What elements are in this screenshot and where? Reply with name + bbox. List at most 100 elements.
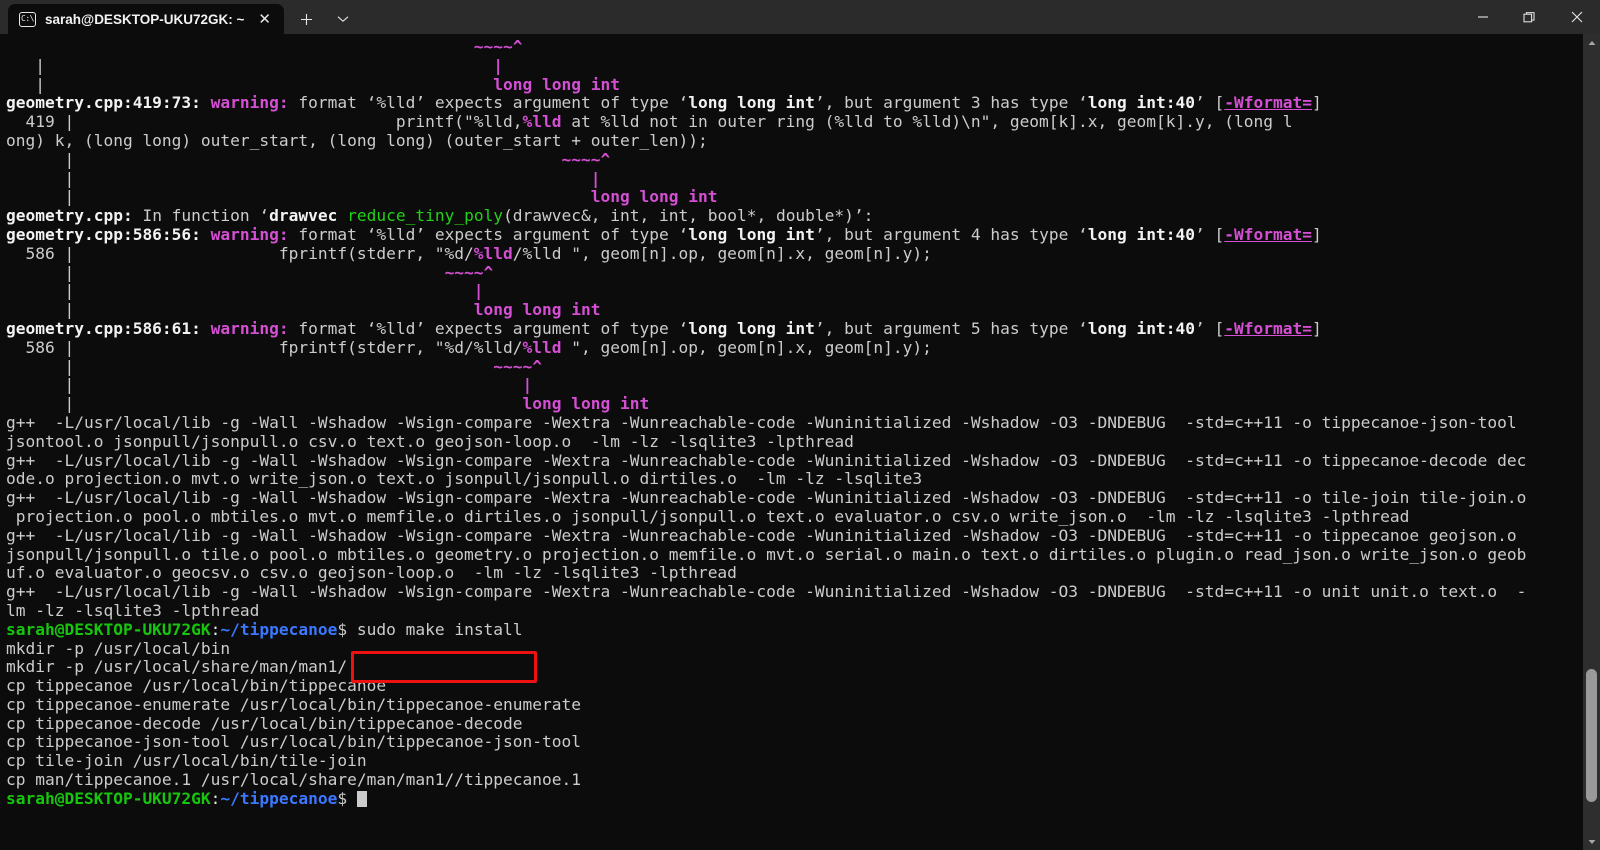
terminal-line: cp tippecanoe-json-tool /usr/local/bin/t…: [6, 733, 1556, 752]
terminal-text: |: [6, 168, 591, 188]
scrollbar-track[interactable]: [1583, 51, 1600, 833]
terminal-text: sarah@DESKTOP-UKU72GK: [6, 619, 211, 639]
terminal-text: 586 | fprintf(stderr, "%d/: [6, 243, 474, 263]
terminal-line: cp tippecanoe-decode /usr/local/bin/tipp…: [6, 714, 1556, 734]
terminal-line: lm -lz -lsqlite3 -lpthread: [6, 601, 1556, 621]
terminal-text: format ‘%lld’ expects argument of type ‘: [288, 224, 689, 244]
terminal-window: ~~~~^ | | | long long int geometry.cpp:41…: [0, 34, 1600, 850]
terminal-text: :: [210, 788, 221, 808]
terminal-scrollbar[interactable]: [1583, 34, 1600, 850]
terminal-text: projection.o pool.o mbtiles.o mvt.o memf…: [6, 506, 1410, 526]
restore-button[interactable]: [1506, 0, 1553, 34]
terminal-text: -Wformat=: [1224, 93, 1312, 113]
terminal-line: geometry.cpp: In function ‘drawvec reduc…: [6, 206, 1556, 226]
terminal-line: | |: [6, 168, 1556, 189]
terminal-text: g++ -L/usr/local/lib -g -Wall -Wshadow -…: [6, 582, 1527, 602]
terminal-text: (drawvec&, int, int, bool*, double*)’:: [503, 206, 874, 226]
terminal-text: ’, but argument 3 has type ‘: [814, 93, 1088, 113]
terminal-line: | ~~~~^: [6, 149, 1556, 170]
terminal-line: 586 | fprintf(stderr, "%d/%lld/%lld ", g…: [6, 337, 1556, 358]
terminal-text: long long int: [473, 300, 601, 320]
terminal-line: | long long int: [6, 74, 1556, 95]
terminal-text: g++ -L/usr/local/lib -g -Wall -Wshadow -…: [6, 488, 1527, 508]
terminal-line: g++ -L/usr/local/lib -g -Wall -Wshadow -…: [6, 525, 1556, 546]
terminal-text: |: [6, 394, 523, 414]
terminal-output[interactable]: ~~~~^ | | | long long int geometry.cpp:41…: [0, 34, 1556, 850]
tab-dropdown-button[interactable]: [326, 4, 360, 34]
terminal-line: jsonpull/jsonpull.o tile.o pool.o mbtile…: [6, 545, 1556, 565]
terminal-text: %lld: [473, 243, 513, 263]
terminal-tab[interactable]: C:\ sarah@DESKTOP-UKU72GK: ~ ✕: [8, 4, 284, 34]
terminal-text: In function ‘: [132, 206, 270, 226]
terminal-line: geometry.cpp:586:61: warning: format ‘%l…: [6, 318, 1556, 339]
terminal-cursor: [356, 790, 367, 807]
terminal-text: mkdir -p /usr/local/bin: [6, 638, 231, 658]
terminal-text: long long int: [44, 74, 620, 94]
terminal-line: | long long int: [6, 300, 1556, 320]
terminal-line: g++ -L/usr/local/lib -g -Wall -Wshadow -…: [6, 451, 1556, 471]
terminal-line: jsontool.o jsonpull/jsonpull.o csv.o tex…: [6, 431, 1556, 452]
terminal-text: g++ -L/usr/local/lib -g -Wall -Wshadow -…: [6, 412, 1517, 432]
terminal-text: long long int: [688, 93, 815, 113]
terminal-text: ]: [1311, 224, 1322, 244]
terminal-line: geometry.cpp:586:56: warning: format ‘%l…: [6, 224, 1556, 245]
console-icon: C:\: [19, 11, 36, 27]
terminal-line: | long long int: [6, 394, 1556, 414]
terminal-line: geometry.cpp:419:73: warning: format ‘%l…: [6, 93, 1556, 113]
scroll-down-button[interactable]: [1583, 833, 1600, 850]
terminal-line: | ~~~~^: [6, 356, 1556, 377]
new-tab-button[interactable]: [290, 4, 324, 34]
terminal-text: -Wformat=: [1224, 224, 1312, 244]
tab-strip: C:\ sarah@DESKTOP-UKU72GK: ~ ✕: [0, 0, 360, 34]
terminal-text: |: [590, 168, 601, 188]
terminal-line: ong) k, (long long) outer_start, (long l…: [6, 131, 1556, 151]
terminal-line: uf.o evaluator.o geocsv.o csv.o geojson-…: [6, 563, 1556, 583]
terminal-text: |: [6, 74, 45, 94]
minimize-button[interactable]: [1459, 0, 1506, 34]
terminal-text: geometry.cpp:: [6, 206, 133, 226]
terminal-text: uf.o evaluator.o geocsv.o csv.o geojson-…: [6, 563, 737, 583]
terminal-line: ode.o projection.o mvt.o write_json.o te…: [6, 469, 1556, 489]
terminal-text: |: [6, 55, 45, 75]
terminal-text: |: [6, 300, 474, 320]
title-bar: C:\ sarah@DESKTOP-UKU72GK: ~ ✕: [0, 0, 1600, 34]
terminal-text: long long int: [688, 224, 815, 244]
tab-title: sarah@DESKTOP-UKU72GK: ~: [45, 11, 245, 27]
terminal-line: mkdir -p /usr/local/bin: [6, 638, 1556, 659]
terminal-text: ~~~~^: [561, 149, 611, 169]
close-button[interactable]: [1553, 0, 1600, 34]
terminal-line: cp tippecanoe /usr/local/bin/tippecanoe: [6, 676, 1556, 696]
terminal-text: $: [337, 788, 357, 808]
tab-close-icon[interactable]: ✕: [253, 10, 276, 29]
window-controls: [1459, 0, 1600, 34]
terminal-text: long long int: [522, 394, 650, 414]
terminal-text: g++ -L/usr/local/lib -g -Wall -Wshadow -…: [6, 525, 1517, 545]
terminal-text: -Wformat=: [1224, 318, 1312, 338]
terminal-text: ’, but argument 4 has type ‘: [814, 224, 1088, 244]
terminal-text: cp tile-join /usr/local/bin/tile-join: [6, 751, 367, 771]
terminal-text: %lld: [522, 337, 562, 357]
terminal-text: 419 | printf("%lld,: [6, 112, 523, 132]
terminal-text: :: [210, 619, 221, 639]
scrollbar-thumb[interactable]: [1586, 668, 1597, 802]
terminal-line: | |: [6, 375, 1556, 395]
terminal-line: projection.o pool.o mbtiles.o mvt.o memf…: [6, 506, 1556, 527]
terminal-text: sarah@DESKTOP-UKU72GK: [6, 788, 211, 808]
terminal-line: sarah@DESKTOP-UKU72GK:~/tippecanoe$: [6, 788, 1556, 809]
terminal-text: geometry.cpp:586:56:: [6, 224, 201, 244]
scroll-up-button[interactable]: [1583, 34, 1600, 51]
terminal-text: warning:: [210, 318, 289, 338]
terminal-text: geometry.cpp:586:61:: [6, 318, 201, 338]
terminal-text: ~~~~^: [493, 356, 543, 376]
terminal-text: ’ [: [1195, 318, 1225, 338]
terminal-text: |: [6, 281, 474, 301]
terminal-text: long int:40: [1087, 224, 1196, 244]
terminal-text: cp man/tippecanoe.1 /usr/local/share/man…: [6, 770, 581, 790]
terminal-line: g++ -L/usr/local/lib -g -Wall -Wshadow -…: [6, 412, 1556, 433]
terminal-line: | ~~~~^: [6, 263, 1556, 283]
terminal-text: jsontool.o jsonpull/jsonpull.o csv.o tex…: [6, 431, 854, 451]
terminal-line: 586 | fprintf(stderr, "%d/%lld/%lld ", g…: [6, 243, 1556, 264]
terminal-line: cp tippecanoe-enumerate /usr/local/bin/t…: [6, 695, 1556, 715]
